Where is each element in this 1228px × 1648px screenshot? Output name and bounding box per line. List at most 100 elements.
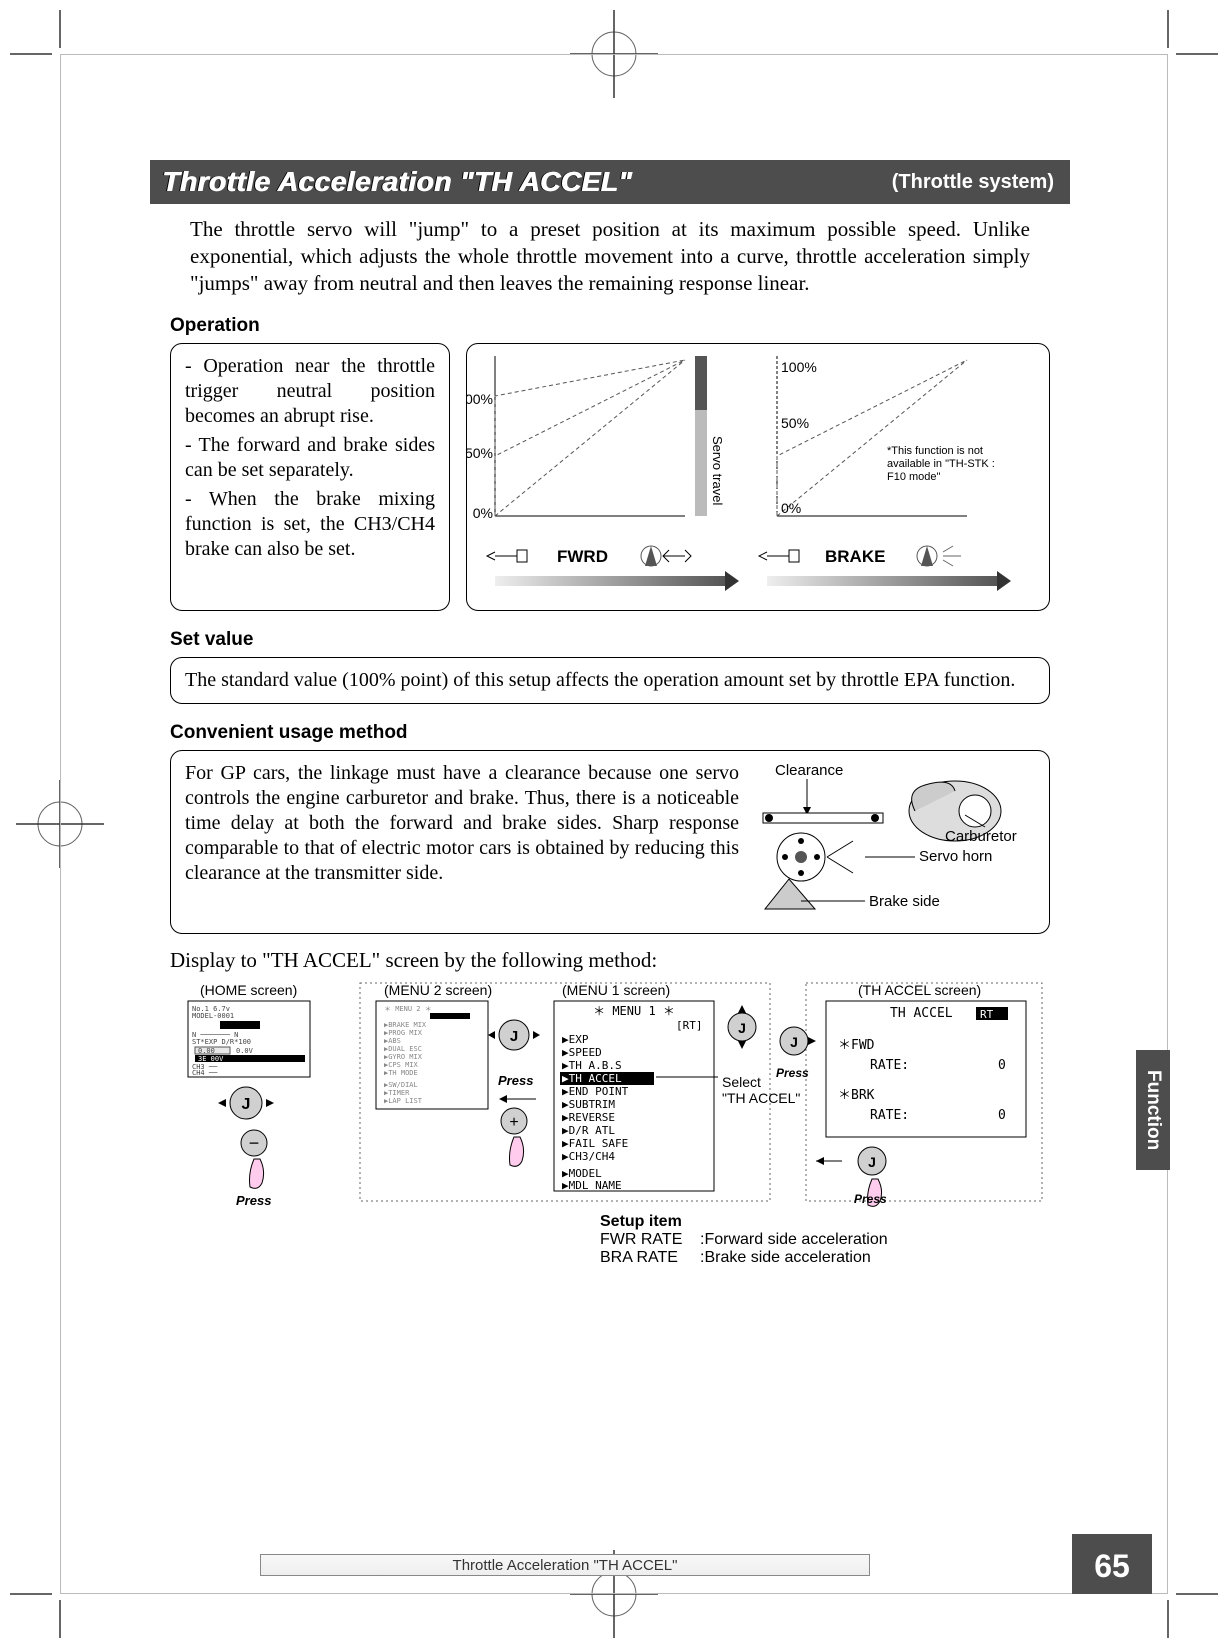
svg-text:available in "TH-STK :: available in "TH-STK : bbox=[887, 458, 995, 470]
title-main: Throttle Acceleration "TH ACCEL" bbox=[162, 166, 632, 198]
svg-text:▶BRAKE MIX: ▶BRAKE MIX bbox=[384, 1021, 427, 1029]
svg-text:▶PROG MIX: ▶PROG MIX bbox=[384, 1029, 423, 1037]
op-item: - The forward and brake sides can be set… bbox=[185, 433, 435, 483]
svg-text:MODEL-0001: MODEL-0001 bbox=[192, 1012, 234, 1020]
svg-text:▶TH MODE: ▶TH MODE bbox=[384, 1069, 418, 1077]
svg-text:▶D/R ATL: ▶D/R ATL bbox=[562, 1124, 615, 1137]
svg-text:0%: 0% bbox=[781, 500, 801, 516]
operation-heading: Operation bbox=[170, 315, 1070, 337]
svg-text:▶END POINT: ▶END POINT bbox=[562, 1085, 629, 1098]
svg-text:Clearance: Clearance bbox=[775, 762, 843, 779]
svg-text:▶ABS: ▶ABS bbox=[384, 1037, 401, 1045]
svg-text:＊BRK: ＊BRK bbox=[838, 1088, 875, 1103]
usage-text: For GP cars, the linkage must have a cle… bbox=[185, 761, 739, 923]
svg-text:Select: Select bbox=[722, 1074, 761, 1090]
pct-100: 100% bbox=[467, 391, 493, 407]
footer-bar: Throttle Acceleration "TH ACCEL" bbox=[260, 1554, 870, 1576]
svg-text:▶REVERSE: ▶REVERSE bbox=[562, 1111, 615, 1124]
svg-text:▶EXP: ▶EXP bbox=[562, 1033, 589, 1046]
title-sub: (Throttle system) bbox=[892, 171, 1054, 194]
setup-item-block: Setup item FWR RATE :Forward side accele… bbox=[600, 1213, 1070, 1267]
setup-key: BRA RATE bbox=[600, 1249, 692, 1267]
svg-text:J: J bbox=[242, 1096, 251, 1113]
svg-text:RATE:: RATE: bbox=[870, 1058, 909, 1073]
op-item: - When the brake mixing function is set,… bbox=[185, 487, 435, 562]
svg-text:▶FAIL SAFE: ▶FAIL SAFE bbox=[562, 1137, 628, 1150]
svg-text:▶SPEED: ▶SPEED bbox=[562, 1046, 602, 1059]
svg-text:ST*EXP D/R*100: ST*EXP D/R*100 bbox=[192, 1038, 251, 1046]
svg-text:0.0V: 0.0V bbox=[236, 1047, 254, 1055]
svg-text:＊ MENU 1 ＊: ＊ MENU 1 ＊ bbox=[593, 1004, 675, 1018]
nav-intro: Display to "TH ACCEL" screen by the foll… bbox=[170, 948, 1050, 973]
svg-text:▶CH3/CH4: ▶CH3/CH4 bbox=[562, 1150, 615, 1163]
svg-text:+: + bbox=[509, 1114, 518, 1131]
svg-text:RT: RT bbox=[980, 1008, 994, 1021]
page-content: Throttle Acceleration "TH ACCEL" (Thrott… bbox=[150, 160, 1070, 1267]
usage-heading: Convenient usage method bbox=[170, 722, 1070, 744]
svg-text:J: J bbox=[738, 1020, 746, 1036]
operation-box: - Operation near the throttle trigger ne… bbox=[170, 343, 450, 611]
svg-text:(MENU 1 screen): (MENU 1 screen) bbox=[562, 982, 670, 998]
svg-text:J: J bbox=[510, 1028, 518, 1045]
svg-text:0.00: 0.00 bbox=[198, 1047, 215, 1055]
svg-text:(TH ACCEL screen): (TH ACCEL screen) bbox=[858, 982, 981, 998]
svg-text:▶LAP LIST: ▶LAP LIST bbox=[384, 1097, 423, 1105]
svg-text:Carburetor: Carburetor bbox=[945, 828, 1017, 845]
svg-text:[RT]: [RT] bbox=[676, 1019, 703, 1032]
setvalue-text: The standard value (100% point) of this … bbox=[185, 668, 1035, 693]
svg-text:▶GYRO MIX: ▶GYRO MIX bbox=[384, 1053, 423, 1061]
svg-text:100%: 100% bbox=[781, 359, 817, 375]
svg-text:−: − bbox=[249, 1133, 260, 1153]
svg-text:0: 0 bbox=[998, 1108, 1006, 1123]
nav-diagram: (HOME screen) No.1 6.7v MODEL-0001 N ───… bbox=[170, 977, 1050, 1207]
svg-text:▶TH A.B.S: ▶TH A.B.S bbox=[562, 1059, 622, 1072]
svg-text:＊FWD: ＊FWD bbox=[838, 1038, 875, 1053]
intro-text: The throttle servo will "jump" to a pres… bbox=[190, 216, 1030, 297]
svg-text:▶SW/DIAL: ▶SW/DIAL bbox=[384, 1081, 418, 1089]
svg-text:50%: 50% bbox=[467, 445, 493, 461]
svg-text:Press: Press bbox=[854, 1192, 887, 1206]
side-tab: Function bbox=[1136, 1050, 1170, 1170]
setup-desc: :Brake side acceleration bbox=[700, 1249, 871, 1267]
svg-text:▶SUBTRIM: ▶SUBTRIM bbox=[562, 1098, 615, 1111]
graph-note: *This function is not bbox=[887, 445, 983, 457]
svg-text:＊ MENU 2 ＊: ＊ MENU 2 ＊ bbox=[384, 1005, 432, 1013]
svg-text:0%: 0% bbox=[473, 505, 493, 521]
svg-text:FWRD: FWRD bbox=[557, 547, 608, 566]
setup-key: FWR RATE bbox=[600, 1231, 692, 1249]
svg-text:J: J bbox=[868, 1154, 876, 1170]
svg-text:Servo horn: Servo horn bbox=[919, 848, 992, 865]
svg-text:BRAKE: BRAKE bbox=[825, 547, 885, 566]
svg-text:Press: Press bbox=[498, 1073, 533, 1088]
svg-text:0: 0 bbox=[998, 1058, 1006, 1073]
svg-text:RATE:: RATE: bbox=[870, 1108, 909, 1123]
svg-text:TH ACCEL: TH ACCEL bbox=[890, 1006, 953, 1021]
page-number: 65 bbox=[1072, 1534, 1152, 1594]
svg-text:Press: Press bbox=[236, 1193, 271, 1207]
svg-text:▶MDL NAME: ▶MDL NAME bbox=[562, 1179, 622, 1192]
svg-text:▶CPS MIX: ▶CPS MIX bbox=[384, 1061, 419, 1069]
setup-desc: :Forward side acceleration bbox=[700, 1231, 888, 1249]
svg-text:(HOME screen): (HOME screen) bbox=[200, 982, 297, 998]
setvalue-box: The standard value (100% point) of this … bbox=[170, 657, 1050, 704]
graph-box: 100% 50% 0% Servo travel 100% 50% 0% bbox=[466, 343, 1050, 611]
svg-text:▶TH ACCEL: ▶TH ACCEL bbox=[562, 1072, 622, 1085]
usage-box: For GP cars, the linkage must have a cle… bbox=[170, 750, 1050, 934]
op-item: - Operation near the throttle trigger ne… bbox=[185, 354, 435, 429]
svg-text:▶TIMER: ▶TIMER bbox=[384, 1089, 410, 1097]
svg-text:50%: 50% bbox=[781, 415, 809, 431]
title-bar: Throttle Acceleration "TH ACCEL" (Thrott… bbox=[150, 160, 1070, 204]
svg-text:"TH ACCEL": "TH ACCEL" bbox=[722, 1090, 800, 1106]
carburetor-diagram: Clearance Servo horn Carburetor bbox=[745, 761, 1035, 923]
svg-text:Brake side: Brake side bbox=[869, 893, 940, 910]
svg-text:J: J bbox=[790, 1034, 798, 1050]
setup-heading: Setup item bbox=[600, 1213, 1070, 1231]
svg-text:F10 mode": F10 mode" bbox=[887, 471, 941, 483]
svg-text:(MENU 2 screen): (MENU 2 screen) bbox=[384, 982, 492, 998]
svg-text:Press: Press bbox=[776, 1066, 809, 1080]
svg-text:▶DUAL ESC: ▶DUAL ESC bbox=[384, 1045, 422, 1053]
svg-text:3E 00V: 3E 00V bbox=[198, 1055, 224, 1063]
svg-text:Servo travel: Servo travel bbox=[710, 436, 725, 505]
setvalue-heading: Set value bbox=[170, 629, 1070, 651]
svg-text:CH4 ──: CH4 ── bbox=[192, 1069, 218, 1077]
